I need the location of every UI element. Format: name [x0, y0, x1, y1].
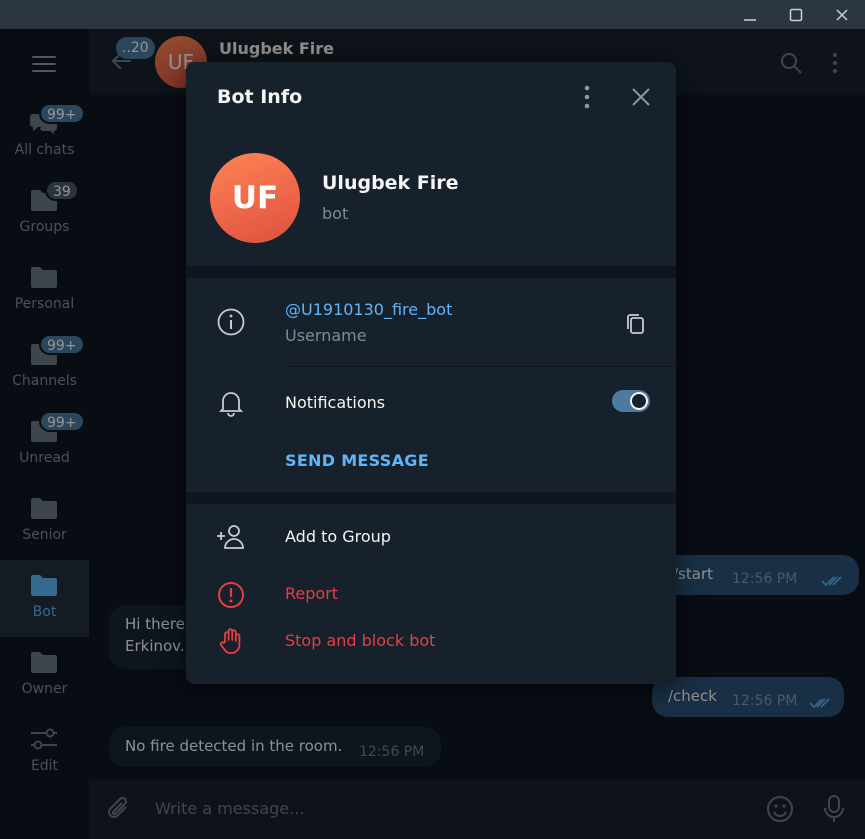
avatar[interactable]: UF	[210, 153, 300, 243]
profile-name: Ulugbek Fire	[322, 172, 459, 194]
copy-icon[interactable]	[624, 312, 648, 336]
send-message-button[interactable]: SEND MESSAGE	[285, 451, 429, 470]
section-divider	[186, 492, 676, 504]
username-link[interactable]: @U1910130_fire_bot	[285, 300, 452, 319]
profile-status: bot	[322, 204, 349, 223]
minimize-icon[interactable]	[730, 0, 770, 29]
stop-block-button[interactable]: Stop and block bot	[285, 631, 645, 655]
add-to-group-button[interactable]: Add to Group	[285, 527, 645, 551]
hand-stop-icon	[219, 628, 241, 654]
bell-icon	[218, 392, 244, 417]
more-vertical-icon[interactable]	[582, 84, 592, 110]
notifications-toggle[interactable]	[612, 390, 650, 412]
section-divider	[186, 266, 676, 278]
maximize-icon[interactable]	[776, 0, 816, 29]
window-titlebar	[0, 0, 865, 29]
report-icon	[218, 582, 244, 608]
bot-info-dialog: Bot Info UF Ulugbek Fire bot @U1910130_f…	[186, 62, 676, 684]
close-icon[interactable]	[630, 86, 652, 108]
report-button[interactable]: Report	[285, 584, 645, 608]
add-user-icon	[217, 525, 244, 549]
username-label: Username	[285, 326, 367, 345]
dialog-title: Bot Info	[217, 86, 303, 108]
notifications-label: Notifications	[285, 393, 386, 412]
info-icon	[217, 308, 245, 336]
close-icon[interactable]	[822, 0, 862, 29]
row-separator	[285, 366, 676, 367]
